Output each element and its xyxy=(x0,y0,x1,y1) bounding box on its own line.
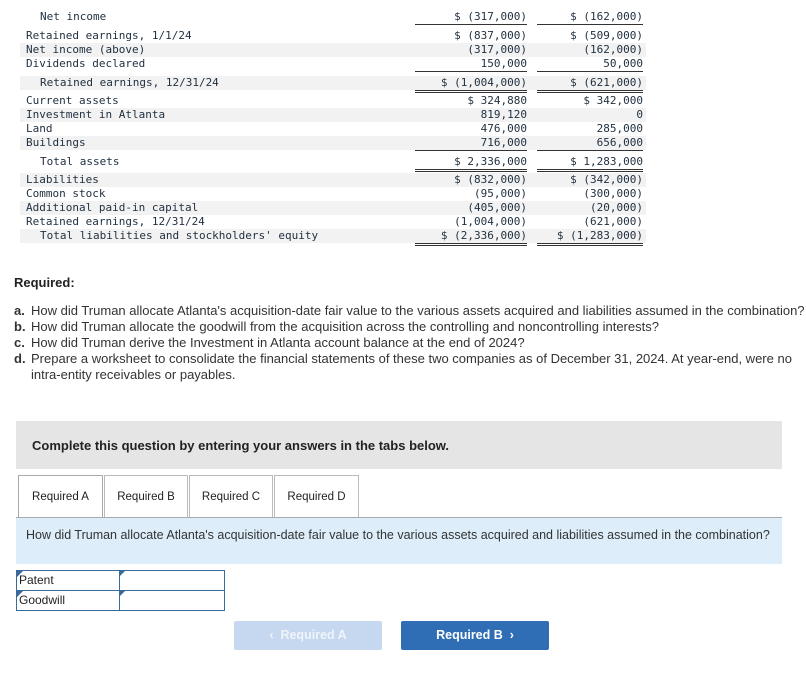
tab-bar: Required A Required B Required C Require… xyxy=(16,475,782,519)
atlanta-value: $ (621,000) xyxy=(537,76,643,93)
truman-value: (317,000) xyxy=(467,43,527,56)
atlanta-value: $ 1,283,000 xyxy=(537,155,643,172)
atlanta-value: (621,000) xyxy=(537,215,643,230)
atlanta-value: 285,000 xyxy=(596,122,643,135)
answer-table: Patent Goodwill xyxy=(16,570,228,611)
atlanta-value: (162,000) xyxy=(583,43,643,56)
financial-row: Investment in Atlanta 819,120 0 xyxy=(20,108,646,122)
row-label: Liabilities xyxy=(26,173,99,186)
required-title: Required: xyxy=(14,275,75,290)
truman-value: $ (317,000) xyxy=(415,10,527,25)
financial-row: Common stock (95,000) (300,000) xyxy=(20,187,646,201)
financial-row: Net income $ (317,000) $ (162,000) xyxy=(20,10,646,25)
row-label: Dividends declared xyxy=(26,57,146,70)
truman-value: $ (837,000) xyxy=(454,29,527,42)
truman-value: 716,000 xyxy=(415,136,527,151)
financial-row: Retained earnings, 12/31/24 (1,004,000) (6… xyxy=(20,215,646,230)
financial-statement-table: Net income $ (317,000) $ (162,000) Retained… xyxy=(20,10,646,246)
patent-input[interactable] xyxy=(120,571,228,590)
answer-label-patent: Patent xyxy=(17,571,120,590)
atlanta-value: $ (162,000) xyxy=(537,10,643,25)
next-button[interactable]: Required B › xyxy=(401,621,549,650)
row-label: Net income xyxy=(40,10,107,23)
row-label: Land xyxy=(26,122,53,135)
goodwill-input[interactable] xyxy=(120,591,228,610)
instructions-banner: Complete this question by entering your … xyxy=(16,421,782,469)
row-label: Buildings xyxy=(26,136,86,149)
financial-row: Dividends declared 150,000 50,000 xyxy=(20,57,646,72)
atlanta-value: 0 xyxy=(636,108,643,121)
chevron-left-icon: ‹ xyxy=(269,628,274,642)
truman-value: (95,000) xyxy=(474,187,527,200)
tab-required-c[interactable]: Required C xyxy=(189,475,273,517)
required-item-c: c. How did Truman derive the Investment i… xyxy=(14,335,525,350)
atlanta-value: 656,000 xyxy=(537,136,643,151)
financial-row: Additional paid-in capital (405,000) (20,0… xyxy=(20,201,646,215)
required-list: a. How did Truman allocate Atlanta's acqu… xyxy=(14,303,806,383)
instructions-text: Complete this question by entering your … xyxy=(32,437,450,453)
atlanta-value: $ (509,000) xyxy=(570,29,643,42)
tab-required-d[interactable]: Required D xyxy=(274,475,359,517)
question-text: How did Truman allocate Atlanta's acquis… xyxy=(26,528,770,542)
required-item-d: d. Prepare a worksheet to consolidate the… xyxy=(14,351,792,382)
chevron-right-icon: › xyxy=(509,628,514,642)
question-box: How did Truman allocate Atlanta's acquis… xyxy=(16,518,782,564)
financial-row: Net income (above) (317,000) (162,000) xyxy=(20,43,646,57)
atlanta-value: (300,000) xyxy=(583,187,643,200)
financial-row: Buildings 716,000 656,000 xyxy=(20,136,646,151)
tab-required-a[interactable]: Required A xyxy=(18,475,103,519)
row-label: Retained earnings, 12/31/24 xyxy=(40,76,219,89)
truman-value: (1,004,000) xyxy=(415,215,527,230)
row-label: Retained earnings, 12/31/24 xyxy=(26,215,205,228)
truman-value: $ 324,880 xyxy=(467,94,527,107)
row-label: Common stock xyxy=(26,187,106,200)
truman-value: 476,000 xyxy=(480,122,527,135)
tab-required-b[interactable]: Required B xyxy=(104,475,188,517)
prev-button[interactable]: ‹ Required A xyxy=(234,621,382,650)
row-label: Additional paid-in capital xyxy=(26,201,199,214)
truman-value: $ (1,004,000) xyxy=(415,76,527,93)
atlanta-value: $ 342,000 xyxy=(583,94,643,107)
row-label: Total assets xyxy=(40,155,120,168)
answer-label-goodwill: Goodwill xyxy=(17,591,120,610)
financial-row: Land 476,000 285,000 xyxy=(20,122,646,136)
financial-row: Liabilities $ (832,000) $ (342,000) xyxy=(20,173,646,187)
row-label: Retained earnings, 1/1/24 xyxy=(26,29,192,42)
financial-row: Current assets $ 324,880 $ 342,000 xyxy=(20,94,646,108)
truman-value: 819,120 xyxy=(480,108,527,121)
truman-value: $ 2,336,000 xyxy=(415,155,527,172)
atlanta-value: (20,000) xyxy=(590,201,643,214)
truman-value: $ (832,000) xyxy=(454,173,527,186)
required-item-b: b. How did Truman allocate the goodwill f… xyxy=(14,319,659,334)
financial-row: Total assets $ 2,336,000 $ 1,283,000 xyxy=(20,155,646,172)
row-label: Current assets xyxy=(26,94,119,107)
answer-row-goodwill: Goodwill xyxy=(16,590,228,611)
truman-value: (405,000) xyxy=(467,201,527,214)
atlanta-value: 50,000 xyxy=(537,57,643,72)
atlanta-value: $ (1,283,000) xyxy=(537,229,643,246)
required-item-a: a. How did Truman allocate Atlanta's acqu… xyxy=(14,303,805,318)
atlanta-value: $ (342,000) xyxy=(570,173,643,186)
truman-value: 150,000 xyxy=(415,57,527,72)
financial-row: Total liabilities and stockholders' equi… xyxy=(20,229,646,246)
row-label: Net income (above) xyxy=(26,43,146,56)
financial-row: Retained earnings, 1/1/24 $ (837,000) $ (5… xyxy=(20,29,646,43)
row-label: Investment in Atlanta xyxy=(26,108,166,121)
financial-row: Retained earnings, 12/31/24 $ (1,004,000)… xyxy=(20,76,646,93)
truman-value: $ (2,336,000) xyxy=(415,229,527,246)
answer-row-patent: Patent xyxy=(16,570,228,591)
row-label: Total liabilities and stockholders' equi… xyxy=(40,229,319,242)
